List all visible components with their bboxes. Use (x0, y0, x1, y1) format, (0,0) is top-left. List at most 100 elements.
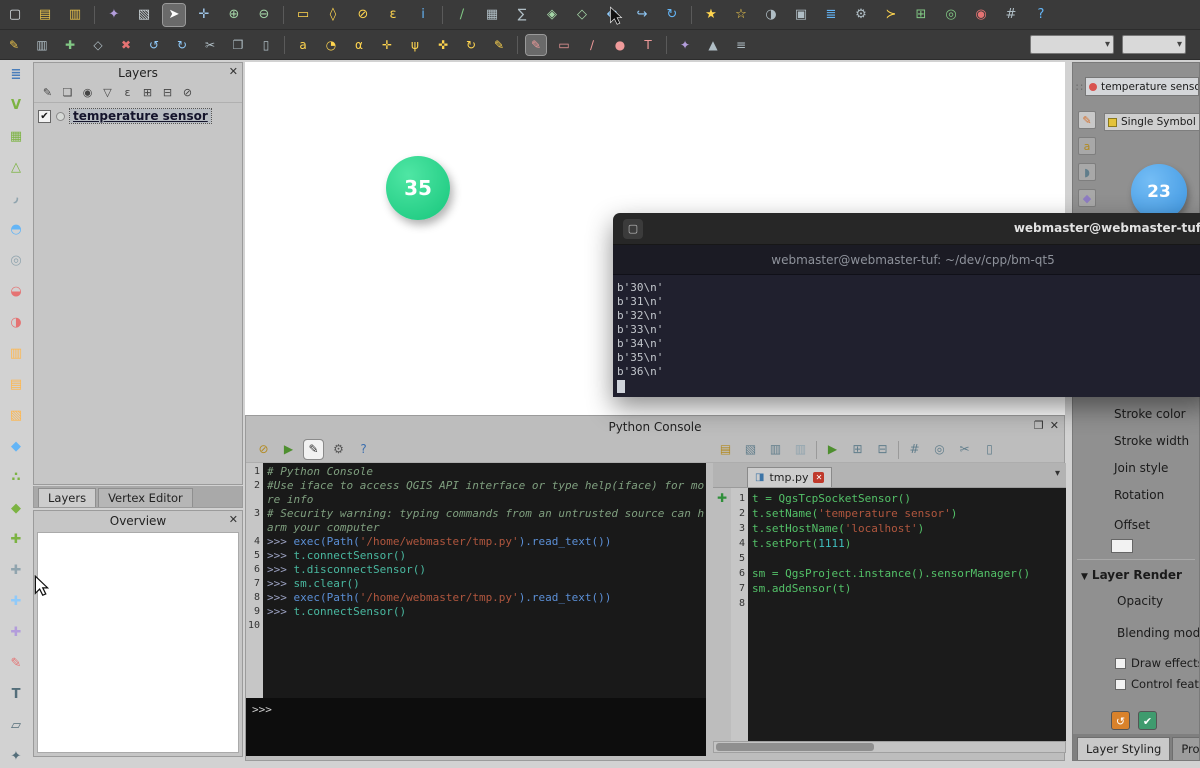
comment-code-icon[interactable]: ⊞ (848, 440, 867, 459)
show-hide-labels-icon[interactable]: ψ (405, 35, 425, 55)
open-attribute-table-icon[interactable]: ▦ (481, 4, 503, 26)
mask-tab-icon[interactable]: ◗ (1078, 163, 1096, 181)
scale-bar-icon[interactable]: ≡ (731, 35, 751, 55)
show-bookmarks-icon[interactable]: ☆ (730, 4, 752, 26)
annotation-text-icon[interactable]: T (638, 35, 658, 55)
tab-processing[interactable]: Proc (1172, 737, 1200, 760)
terminal-tabbar[interactable]: webmaster@webmaster-tuf: ~/dev/cpp/bm-qt… (613, 245, 1200, 275)
select-by-expression-icon[interactable]: ε (382, 4, 404, 26)
tab-list-dropdown-icon[interactable]: ▾ (1055, 468, 1060, 479)
show-editor-icon[interactable]: ✎ (304, 440, 323, 459)
add-mssql-layer-icon[interactable]: ◒ (5, 281, 27, 303)
add-delimited-text-layer-icon[interactable]: ٫ (5, 188, 27, 210)
decorations-icon[interactable]: ✦ (675, 35, 695, 55)
open-layer-styling-icon[interactable]: ✎ (40, 85, 55, 100)
python-console-icon[interactable]: ≻ (880, 4, 902, 26)
svg-annotation-icon[interactable]: ✦ (5, 746, 27, 768)
labels-tab-icon[interactable]: a (1078, 137, 1096, 155)
processing-toolbox-icon[interactable]: ⚙ (850, 4, 872, 26)
pin-unpin-labels-icon[interactable]: ✛ (377, 35, 397, 55)
new-map-view-icon[interactable]: ▣ (790, 4, 812, 26)
new-annotation-icon[interactable]: ✎ (526, 35, 546, 55)
tab-layers[interactable]: Layers (38, 488, 96, 507)
new-temporary-scratch-layer-icon[interactable]: ✚ (5, 591, 27, 613)
cut-features-icon[interactable]: ✂ (200, 35, 220, 55)
annotation-line-icon[interactable]: ∕ (582, 35, 602, 55)
zoom-full-icon[interactable]: ◈ (541, 4, 563, 26)
identify-features-icon[interactable]: i (412, 4, 434, 26)
layer-name[interactable]: temperature sensor (70, 109, 211, 123)
filter-legend-icon[interactable]: ▽ (100, 85, 115, 100)
add-raster-layer-icon[interactable]: ▦ (5, 126, 27, 148)
remove-layer-icon[interactable]: ⊘ (180, 85, 195, 100)
editor-hscrollbar-thumb[interactable] (716, 743, 874, 751)
filter-by-expression-icon[interactable]: ε (120, 85, 135, 100)
manage-map-themes-icon[interactable]: ◉ (80, 85, 95, 100)
symbology-tab-icon[interactable]: ✎ (1078, 111, 1096, 129)
new-spatial-bookmark-icon[interactable]: ★ (700, 4, 722, 26)
collapse-all-icon[interactable]: ⊟ (160, 85, 175, 100)
rotate-label-icon[interactable]: ↻ (461, 35, 481, 55)
units-combo[interactable]: ▾ (1122, 35, 1186, 54)
terminal-menu-button[interactable]: ▢ (623, 219, 643, 239)
console-input[interactable]: >>> (246, 698, 706, 756)
toggle-editing-icon[interactable]: ✎ (4, 35, 24, 55)
close-icon[interactable]: ✕ (1050, 419, 1059, 432)
add-mesh-layer-icon[interactable]: △ (5, 157, 27, 179)
metasearch-icon[interactable]: ◉ (970, 4, 992, 26)
undo-icon[interactable]: ↺ (144, 35, 164, 55)
add-wcs-layer-icon[interactable]: ▤ (5, 374, 27, 396)
temporal-controller-icon[interactable]: ◑ (760, 4, 782, 26)
north-arrow-icon[interactable]: ▲ (703, 35, 723, 55)
paste-features-icon[interactable]: ▯ (256, 35, 276, 55)
apply-button[interactable]: ✔ (1138, 711, 1157, 730)
project-save-icon[interactable]: ▥ (64, 4, 86, 26)
add-spatialite-layer-icon[interactable]: ◎ (5, 250, 27, 272)
project-new-icon[interactable]: ▢ (4, 4, 26, 26)
object-inspector-icon[interactable]: # (905, 440, 924, 459)
layer-checkbox[interactable]: ✔ (38, 110, 51, 123)
annotation-polygon-icon[interactable]: ▭ (554, 35, 574, 55)
layout-manager-icon[interactable]: ▧ (133, 4, 155, 26)
add-wms-layer-icon[interactable]: ▥ (5, 343, 27, 365)
terminal-titlebar[interactable]: ▢ webmaster@webmaster-tuf (613, 213, 1200, 245)
open-in-external-editor-icon[interactable]: ▧ (741, 440, 760, 459)
add-arcgis-layer-icon[interactable]: ◆ (5, 436, 27, 458)
draw-effects-checkbox[interactable] (1115, 658, 1126, 669)
new-virtual-layer-icon[interactable]: ✚ (5, 622, 27, 644)
new-editor-tab-icon[interactable]: ✚ (715, 491, 729, 505)
zoom-to-layer-icon[interactable]: ◇ (571, 4, 593, 26)
new-shapefile-layer-icon[interactable]: ✚ (5, 529, 27, 551)
editor-tab-tmp-py[interactable]: ◨ tmp.py ✕ (747, 467, 832, 487)
style-manager-icon[interactable]: ✦ (103, 4, 125, 26)
field-calculator-icon[interactable]: ∑ (511, 4, 533, 26)
layer-diagram-icon[interactable]: ◔ (321, 35, 341, 55)
georeferencer-icon[interactable]: ⊞ (910, 4, 932, 26)
change-label-icon[interactable]: ✎ (489, 35, 509, 55)
control-order-checkbox[interactable] (1115, 679, 1126, 690)
symbol-preview[interactable]: 23 (1131, 164, 1187, 220)
deselect-features-icon[interactable]: ⊘ (352, 4, 374, 26)
expand-all-icon[interactable]: ⊞ (140, 85, 155, 100)
save-layer-edits-icon[interactable]: ▥ (32, 35, 52, 55)
tab-layer-styling[interactable]: Layer Styling (1077, 737, 1170, 760)
pan-map-icon[interactable]: ➤ (163, 4, 185, 26)
layer-rendering-section[interactable]: ▼Layer Render (1073, 565, 1199, 585)
close-icon[interactable]: ✕ (229, 65, 238, 78)
cut-icon[interactable]: ✂ (955, 440, 974, 459)
add-virtual-layer-icon[interactable]: ∴ (5, 467, 27, 489)
editor-body[interactable]: ✚ 1t = QgsTcpSocketSensor()2t.setName('t… (713, 488, 1066, 741)
view-3d-tab-icon[interactable]: ◆ (1078, 189, 1096, 207)
refresh-map-icon[interactable]: ↻ (661, 4, 683, 26)
new-spatialite-layer-icon[interactable]: ✚ (5, 560, 27, 582)
terminal-output[interactable]: b'30\n'b'31\n'b'32\n'b'33\n'b'34\n'b'35\… (613, 275, 1200, 397)
redo-icon[interactable]: ↻ (172, 35, 192, 55)
renderer-combo[interactable]: Single Symbol (1104, 113, 1200, 131)
terminal-window[interactable]: ▢ webmaster@webmaster-tuf webmaster@webm… (613, 213, 1200, 397)
add-postgis-layer-icon[interactable]: ◓ (5, 219, 27, 241)
console-help-icon[interactable]: ? (354, 440, 373, 459)
text-size-combo[interactable]: ▾ (1030, 35, 1114, 54)
open-script-icon[interactable]: ▤ (716, 440, 735, 459)
run-command-icon[interactable]: ▶ (279, 440, 298, 459)
close-icon[interactable]: ✕ (229, 513, 238, 526)
